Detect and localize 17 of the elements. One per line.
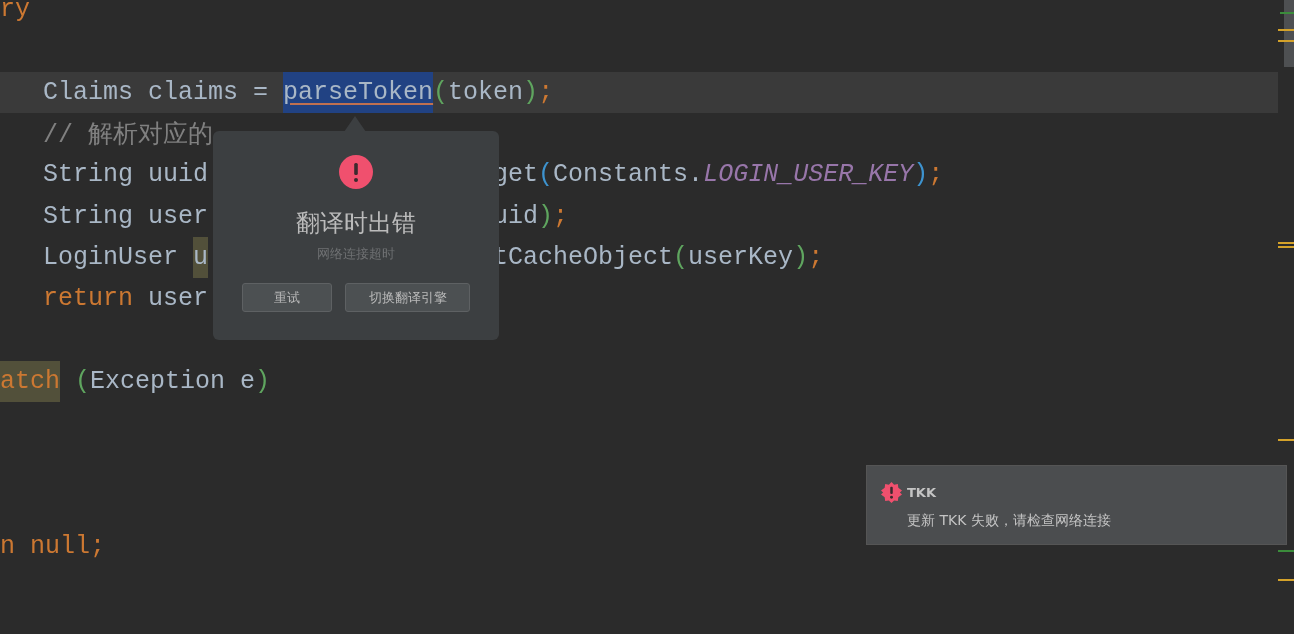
switch-engine-button[interactable]: 切换翻译引擎	[345, 283, 470, 312]
code-text: String user	[43, 200, 209, 233]
code-text: Claims claims = parseToken(token);	[43, 71, 554, 113]
code-text: n null;	[0, 531, 106, 563]
code-text: atch (Exception e)	[0, 360, 271, 402]
notification-message: 更新 TKK 失败，请检查网络连接	[906, 512, 1112, 530]
code-text: ry	[0, 0, 30, 27]
code-text: LoginUser u	[43, 236, 209, 279]
popup-title: 翻译时出错	[296, 208, 416, 239]
code-text: return user	[43, 283, 209, 316]
notification-title: TKK	[907, 485, 936, 500]
error-badge-icon	[881, 482, 902, 503]
error-icon	[339, 155, 373, 189]
code-text: tCacheObject(userKey);	[493, 241, 824, 274]
code-text: // 解析对应的	[43, 120, 213, 153]
code-text: String uuid	[43, 159, 209, 192]
retry-button[interactable]: 重试	[242, 283, 332, 312]
